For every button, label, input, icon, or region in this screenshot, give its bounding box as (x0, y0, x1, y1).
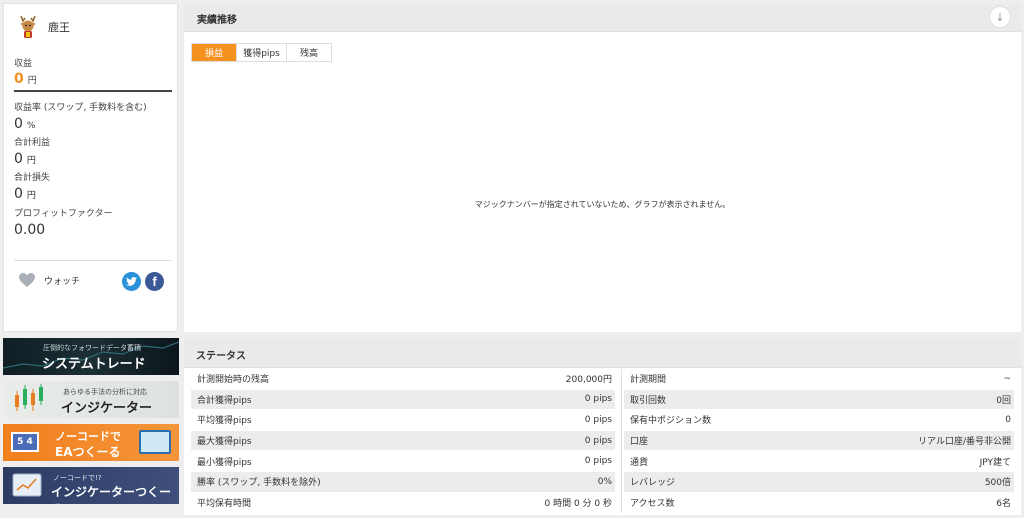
total-gain-label: 合計利益 (14, 138, 51, 148)
return-rate-value: 0% (14, 116, 36, 132)
total-gain-value: 0円 (14, 151, 36, 167)
candlestick-icon (15, 384, 43, 411)
status-row: 合計獲得pips 0 pips (191, 389, 615, 411)
status-row: 計測期間 ~ (624, 369, 1014, 390)
download-button[interactable]: ↓ (989, 6, 1011, 28)
empty-graph-message: マジックナンバーが指定されていないため、グラフが表示されません。 (474, 200, 731, 209)
deer-avatar-icon[interactable] (16, 14, 40, 40)
twitter-share-button[interactable] (122, 272, 141, 291)
status-row: 最大獲得pips 0 pips (191, 430, 615, 452)
status-header: ステータス (184, 338, 1021, 368)
performance-panel: 実績推移 ↓ 損益 獲得pips 残高 マジックナンバーが指定されていないため、… (184, 3, 1021, 332)
performance-tabs: 損益 獲得pips 残高 (191, 43, 332, 62)
status-row: レバレッジ 500倍 (624, 471, 1014, 493)
performance-header: 実績推移 ↓ (184, 3, 1021, 32)
status-right-column: 計測期間 ~ 取引回数 0回 保有中ポジション数 0 口座 リアル口座/番号非公開 通貨… (624, 369, 1014, 514)
tab-pips[interactable]: 獲得pips (237, 44, 287, 61)
facebook-share-button[interactable]: f (145, 272, 164, 291)
arrow-down-icon: ↓ (995, 10, 1005, 24)
chart-monitor-icon (12, 473, 42, 497)
tab-profit[interactable]: 損益 (192, 44, 237, 61)
profile-name: 鹿王 (48, 21, 70, 34)
profit-factor-label: プロフィットファクター (14, 209, 113, 219)
banner-indicator-tool[interactable]: ノーコードで!? インジケーターつくーる (3, 467, 179, 504)
banner-indicator[interactable]: あらゆる手法の分析に対応 インジケーター (3, 381, 179, 418)
total-loss-value: 0円 (14, 186, 36, 202)
status-row: 口座 リアル口座/番号非公開 (624, 430, 1014, 452)
status-row: 平均獲得pips 0 pips (191, 410, 615, 431)
status-title: ステータス (196, 351, 246, 362)
status-row: 最小獲得pips 0 pips (191, 451, 615, 472)
tab-balance[interactable]: 残高 (287, 44, 331, 61)
block-icon: 5 4 (11, 432, 39, 452)
status-left-column: 計測開始時の残高 200,000円 合計獲得pips 0 pips 平均獲得pips… (191, 369, 615, 514)
heart-icon (19, 273, 35, 287)
status-column-divider (621, 369, 622, 513)
watch-button[interactable]: ウォッチ (18, 272, 80, 288)
profile-header: 鹿王 (16, 14, 70, 40)
status-row: アクセス数 6名 (624, 492, 1014, 514)
twitter-icon (126, 277, 137, 286)
return-rate-label: 収益率 (スワップ, 手数料を含む) (14, 103, 147, 113)
banner-ea-tool[interactable]: 5 4 ノーコードで EAつくーる (3, 424, 179, 461)
profile-divider (14, 260, 172, 261)
status-row: 平均保有時間 0 時間 0 分 0 秒 (191, 492, 615, 514)
facebook-icon: f (152, 274, 157, 289)
profit-value: 0円 (14, 71, 37, 87)
profile-card: 鹿王 収益 0円 収益率 (スワップ, 手数料を含む) 0% 合計利益 0円 合… (3, 3, 178, 332)
status-row: 保有中ポジション数 0 (624, 410, 1014, 431)
status-row: 取引回数 0回 (624, 389, 1014, 411)
monitor-icon (139, 430, 171, 454)
banner-system-trade[interactable]: 圧倒的なフォワードデータ蓄積 システムトレード (3, 338, 179, 375)
status-row: 勝率 (スワップ, 手数料を除外) 0% (191, 471, 615, 493)
watch-label: ウォッチ (44, 276, 81, 287)
profit-divider (14, 90, 172, 92)
profit-factor-value: 0.00 (14, 222, 46, 238)
status-panel: ステータス 計測開始時の残高 200,000円 合計獲得pips 0 pips 平均… (184, 338, 1021, 515)
performance-title: 実績推移 (197, 15, 237, 26)
status-row: 通貨 JPY建て (624, 451, 1014, 472)
total-loss-label: 合計損失 (14, 173, 51, 183)
status-row: 計測開始時の残高 200,000円 (191, 369, 615, 390)
